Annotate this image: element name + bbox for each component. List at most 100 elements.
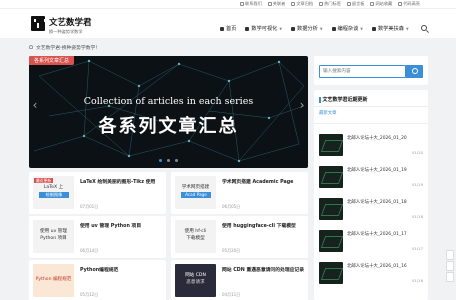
list-item-thumbnail[interactable] <box>319 166 343 188</box>
thumb-highlight: 绘制图像 <box>39 192 69 198</box>
list-item-title[interactable]: 北邮人论坛十大_2026_01_16 <box>347 264 423 270</box>
nav-math-beauty[interactable]: 数学美扶森 ▼ <box>371 25 409 32</box>
moon-icon[interactable] <box>446 261 454 271</box>
post-card[interactable]: 使用 uv 管理 Python 项目 使用 uv 管理 Python 项目 06… <box>29 216 166 258</box>
sidebar-section-title: 文艺数学君近期更新 <box>322 97 368 103</box>
archive-icon <box>291 2 296 6</box>
post-thumbnail[interactable]: 学术网页搭建 Acad Page <box>175 176 216 209</box>
next-arrow-icon[interactable]: › <box>298 96 306 114</box>
list-item-thumbnail[interactable] <box>319 230 343 252</box>
banner-english-title: Collection of articles in each series <box>83 96 254 107</box>
sidebar-section-header: 文艺数学君近期更新 <box>319 96 368 103</box>
nav-home[interactable]: 首页 <box>220 25 236 32</box>
post-thumbnail[interactable]: 最近更新 LaTeX 上 绘制图像 <box>33 176 74 209</box>
top-link-favorites[interactable]: 网站收藏 <box>370 1 392 7</box>
post-thumbnail[interactable]: 使用 hf-cli 下载模型 <box>175 220 216 253</box>
link-icon <box>267 2 272 6</box>
banner-tag[interactable]: 各系列文章汇总 <box>29 56 75 65</box>
site-brand[interactable]: 文艺数学君 <box>49 16 92 28</box>
post-date: 05月20日 <box>222 248 241 253</box>
floating-toolbar <box>446 250 454 283</box>
star-icon <box>370 2 375 6</box>
bell-icon <box>29 45 33 49</box>
thumb-text: 网站 CDN <box>185 273 206 278</box>
list-item-title[interactable]: 北邮人论坛十大_2026_01_17 <box>347 232 423 238</box>
search-icon[interactable] <box>421 25 427 31</box>
search-button[interactable] <box>406 65 423 78</box>
post-card[interactable]: 网站 CDN 恶意请求 网站 CDN 重遇恶意请问的处理应记录 04月11日 <box>171 260 308 300</box>
thumb-text: Python 编程规范 <box>35 277 72 282</box>
notice-text: 文艺数学君-换种姿势学数学！ <box>36 45 101 51</box>
banner-chinese-title: 各系列文章汇总 <box>98 116 239 137</box>
share-button[interactable] <box>446 250 454 260</box>
list-item[interactable]: 北邮人论坛十大_2026_01_17 01/17 <box>319 230 423 257</box>
site-logo[interactable] <box>31 16 46 31</box>
post-date: 07月01日 <box>80 204 99 209</box>
post-card[interactable]: 使用 hf-cli 下载模型 使用 huggingface-cli 下载模型 0… <box>171 216 308 258</box>
post-card[interactable]: 学术网页搭建 Acad Page 学术网页搭建 Academic Page 06… <box>171 172 308 214</box>
code-icon <box>331 26 336 31</box>
carousel-dots <box>29 159 308 162</box>
list-item-date: 01/18 <box>412 214 423 219</box>
thumb-text: 学术网页搭建 <box>181 185 210 190</box>
post-card[interactable]: Python 编程规范 Python编程规范 05月12日 <box>29 260 166 300</box>
prev-arrow-icon[interactable]: ‹ <box>31 96 39 114</box>
back-to-top-button[interactable] <box>446 272 454 282</box>
thumb-text: 使用 hf-cli <box>184 229 207 234</box>
post-card[interactable]: 最近更新 LaTeX 上 绘制图像 LaTeX 绘制美丽的图形-Tikz 使用 … <box>29 172 166 214</box>
section-accent-bar <box>319 96 321 103</box>
sidebar-search-box <box>314 56 428 85</box>
post-date: 05月12日 <box>80 292 99 297</box>
top-bar: 联系我们 关联者 文章归档 热门标签 留言板 网站收藏 代码高亮 <box>0 0 456 9</box>
list-item-title[interactable]: 北邮人论坛十大_2026_01_19 <box>347 168 423 174</box>
list-item-date: 01/17 <box>412 246 423 251</box>
list-item-thumbnail[interactable] <box>319 262 343 284</box>
top-link-related[interactable]: 关联者 <box>267 1 285 7</box>
list-item-date: 01/20 <box>412 150 423 155</box>
heart-icon <box>371 26 376 31</box>
list-item[interactable]: 北邮人论坛十大_2026_01_20 01/20 <box>319 134 423 161</box>
sidebar-recent-updates: 文艺数学君近期更新 最新文章 北邮人论坛十大_2026_01_20 01/20 … <box>314 90 428 300</box>
main-nav: 首页 数学可视化 ▼ 数据分析 ▼ 编程杂谈 ▼ 数学美扶森 ▼ <box>220 25 409 32</box>
post-thumbnail[interactable]: 网站 CDN 恶意请求 <box>175 264 216 297</box>
thumb-highlight: Acad Page <box>181 192 211 198</box>
list-item-title[interactable]: 北邮人论坛十大_2026_01_20 <box>347 136 423 142</box>
nav-math-visualization[interactable]: 数学可视化 ▼ <box>245 25 282 32</box>
list-item[interactable]: 北邮人论坛十大_2026_01_16 01/16 <box>319 262 423 289</box>
nav-data-analysis[interactable]: 数据分析 ▼ <box>291 25 323 32</box>
list-item[interactable]: 北邮人论坛十大_2026_01_19 01/19 <box>319 166 423 193</box>
carousel-dot[interactable] <box>167 159 170 162</box>
post-thumbnail[interactable]: Python 编程规范 <box>33 264 74 297</box>
post-title[interactable]: 网站 CDN 重遇恶意请问的处理应记录 <box>222 268 306 274</box>
nav-programming[interactable]: 编程杂谈 ▼ <box>331 25 363 32</box>
post-title[interactable]: Python编程规范 <box>80 268 164 274</box>
tab-latest-articles[interactable]: 最新文章 <box>319 110 337 116</box>
post-thumbnail[interactable]: 使用 uv 管理 Python 项目 <box>33 220 74 253</box>
code-icon <box>398 2 403 6</box>
carousel-dot[interactable] <box>175 159 178 162</box>
post-title[interactable]: 使用 huggingface-cli 下载模型 <box>222 224 306 230</box>
post-date: 06月14日 <box>80 248 99 253</box>
list-item-title[interactable]: 北邮人论坛十大_2026_01_18 <box>347 200 423 206</box>
top-link-messages[interactable]: 留言板 <box>346 1 364 7</box>
top-links: 联系我们 关联者 文章归档 热门标签 留言板 网站收藏 代码高亮 <box>240 1 420 7</box>
chevron-down-icon: ▼ <box>319 26 323 31</box>
list-item-thumbnail[interactable] <box>319 134 343 156</box>
home-icon <box>220 26 224 31</box>
top-link-tags[interactable]: 热门标签 <box>319 1 341 7</box>
banner-carousel[interactable]: 各系列文章汇总 Collection of articles in each s… <box>29 56 308 168</box>
thumb-text: 使用 uv 管理 <box>40 229 67 234</box>
list-item-thumbnail[interactable] <box>319 198 343 220</box>
search-input[interactable] <box>319 65 406 78</box>
list-item[interactable]: 北邮人论坛十大_2026_01_18 01/18 <box>319 198 423 225</box>
top-link-archive[interactable]: 文章归档 <box>291 1 313 7</box>
data-icon <box>291 26 296 31</box>
post-title[interactable]: LaTeX 绘制美丽的图形-Tikz 使用 <box>80 180 164 186</box>
thumb-text: 恶意请求 <box>186 280 205 285</box>
top-link-code[interactable]: 代码高亮 <box>398 1 420 7</box>
post-title[interactable]: 学术网页搭建 Academic Page <box>222 180 306 186</box>
top-link-contact[interactable]: 联系我们 <box>240 1 262 7</box>
carousel-dot[interactable] <box>159 159 162 162</box>
list-item-date: 01/16 <box>412 278 423 283</box>
post-title[interactable]: 使用 uv 管理 Python 项目 <box>80 224 164 230</box>
